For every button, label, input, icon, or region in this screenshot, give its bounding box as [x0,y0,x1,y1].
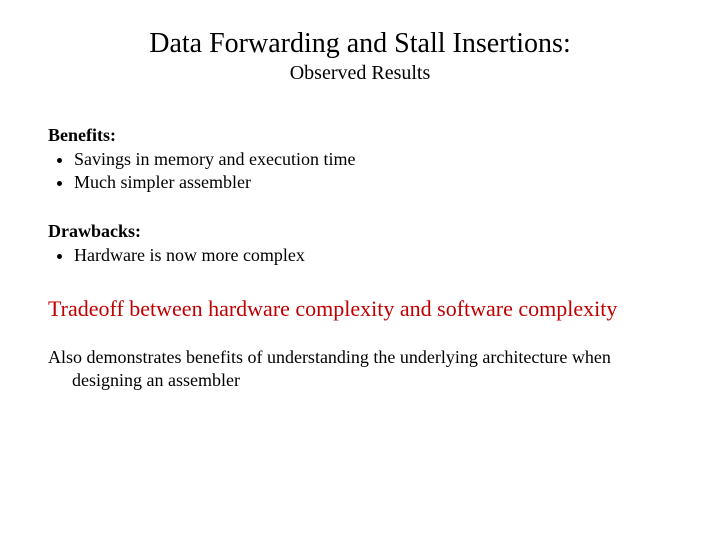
drawbacks-list: Hardware is now more complex [48,244,672,267]
slide-subtitle: Observed Results [48,62,672,85]
tradeoff-statement: Tradeoff between hardware complexity and… [48,295,672,323]
list-item: Hardware is now more complex [74,244,672,267]
list-item: Much simpler assembler [74,171,672,194]
benefits-heading: Benefits: [48,125,672,146]
drawbacks-heading: Drawbacks: [48,221,672,242]
benefits-list: Savings in memory and execution time Muc… [48,148,672,193]
closing-statement: Also demonstrates benefits of understand… [48,346,672,391]
closing-line-2: designing an assembler [48,370,240,390]
slide-title: Data Forwarding and Stall Insertions: [48,28,672,60]
slide: Data Forwarding and Stall Insertions: Ob… [0,0,720,540]
closing-line-1: Also demonstrates benefits of understand… [48,347,611,367]
list-item: Savings in memory and execution time [74,148,672,171]
